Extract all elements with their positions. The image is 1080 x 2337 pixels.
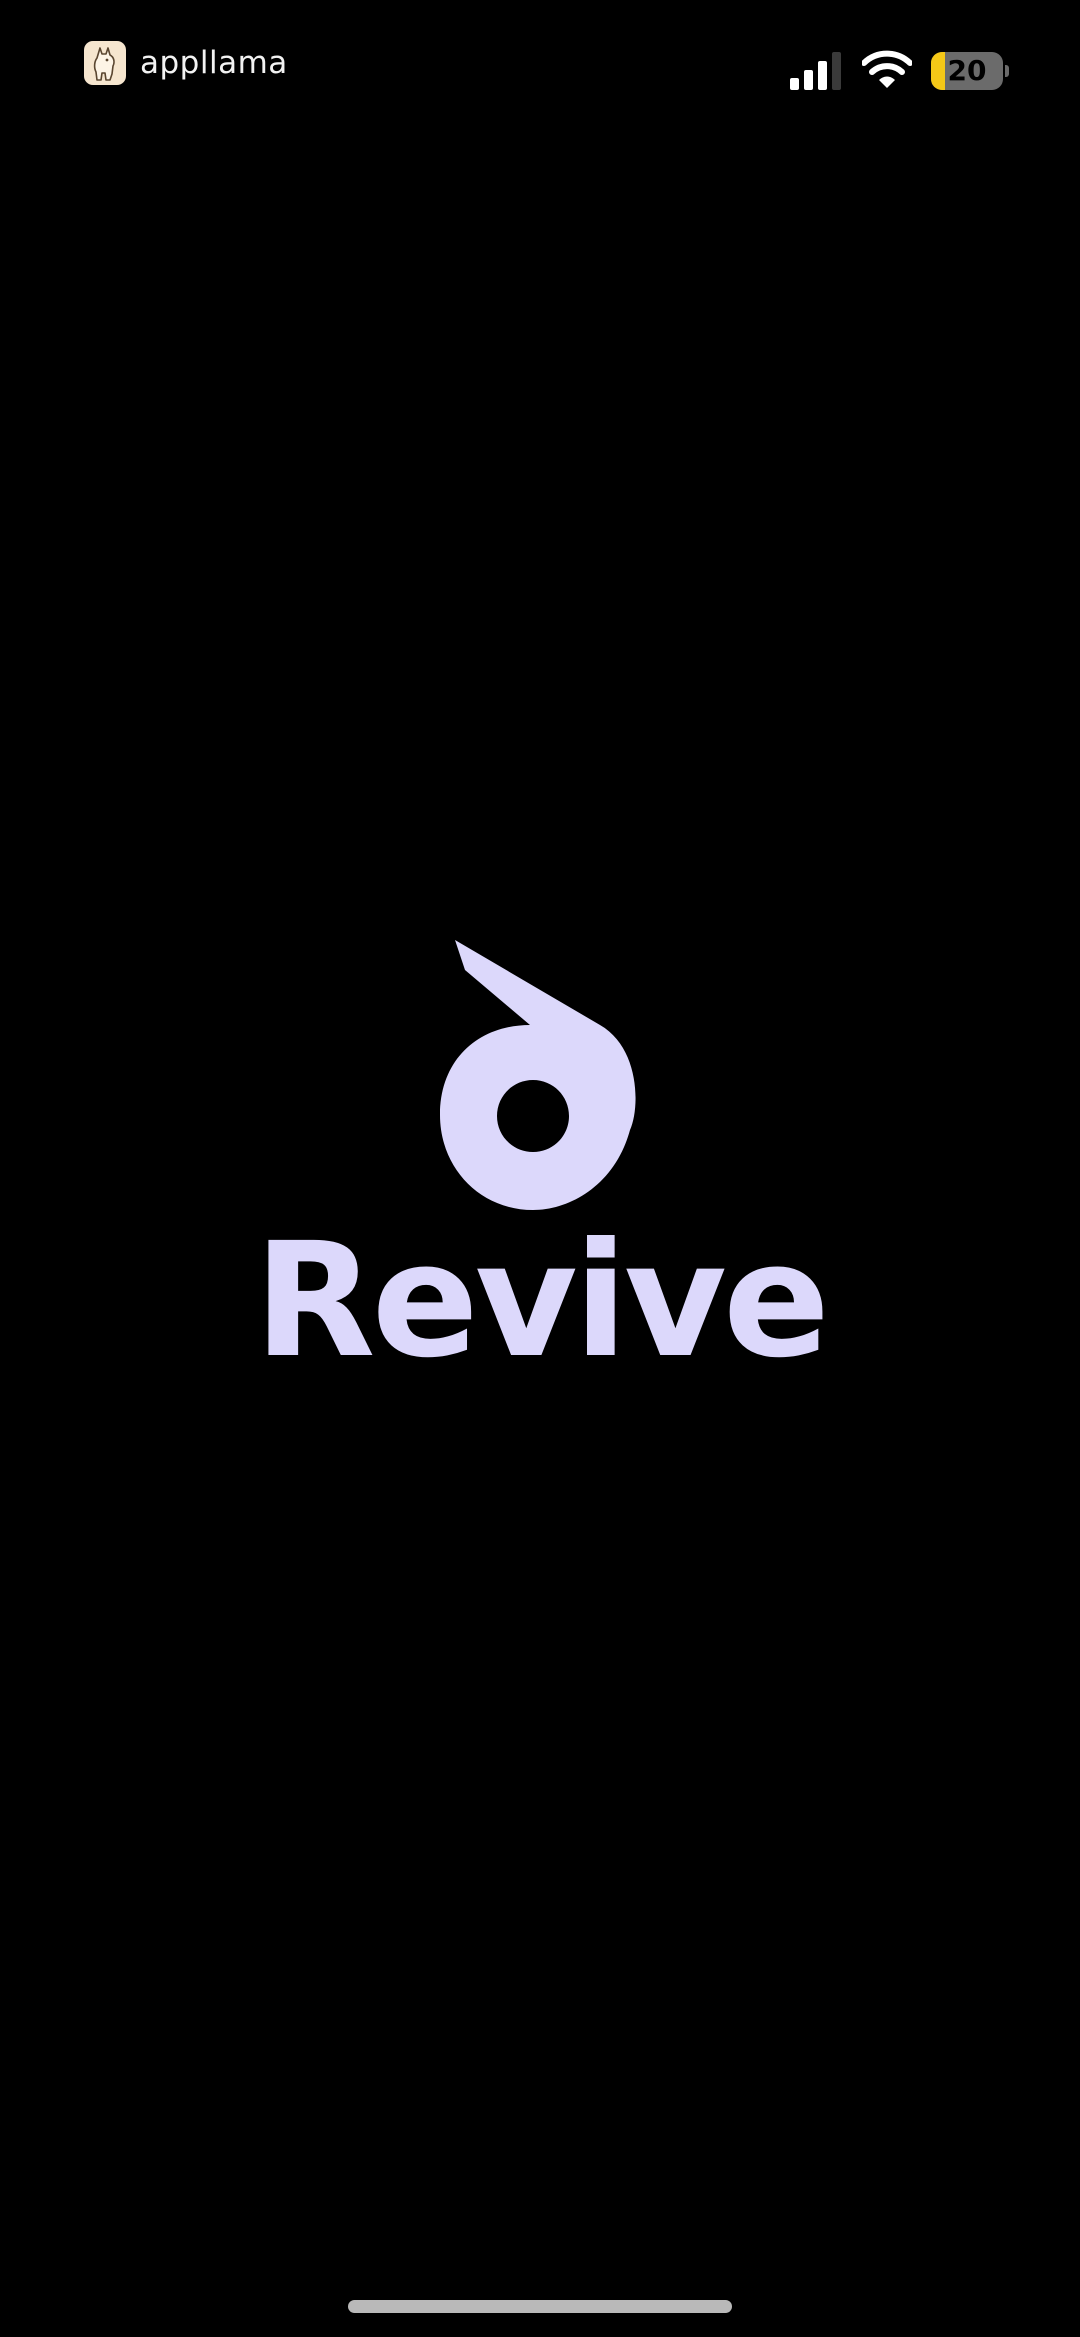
battery-icon: 20	[931, 52, 1009, 90]
llama-icon	[84, 41, 126, 85]
home-indicator[interactable]	[348, 2300, 732, 2313]
wifi-icon	[862, 50, 912, 88]
status-bar: appllama 20	[0, 0, 1080, 140]
splash-screen: Revive	[0, 940, 1080, 1386]
battery-body: 20	[931, 52, 1003, 90]
revive-drop-icon	[440, 940, 636, 1210]
battery-nub	[1005, 65, 1009, 77]
battery-level: 20	[947, 54, 987, 87]
app-name: Revive	[253, 1209, 830, 1393]
watermark-text: appllama	[140, 45, 288, 81]
cellular-signal-icon	[790, 52, 841, 90]
appllama-watermark: appllama	[84, 40, 288, 86]
